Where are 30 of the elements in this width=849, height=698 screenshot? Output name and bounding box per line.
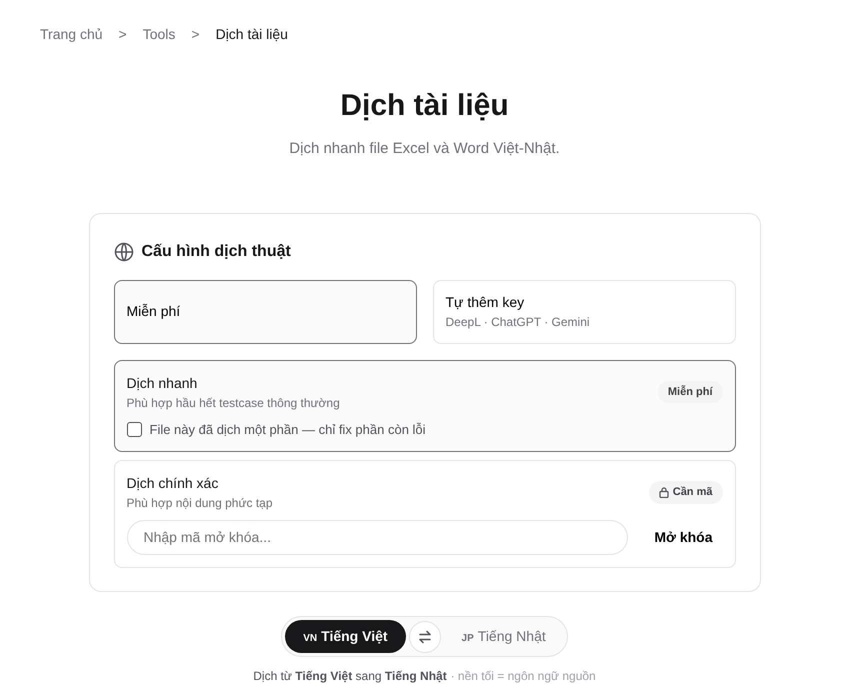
mode-badge: Cần mã	[648, 481, 722, 504]
section-heading: Cấu hình dịch thuật	[142, 242, 291, 262]
language-tab[interactable]: JP Tiếng Nhật	[444, 620, 564, 653]
unlock-code-field[interactable]: Nhập mã mở khóa...	[126, 520, 628, 555]
checkbox[interactable]	[126, 422, 142, 437]
swap-icon	[418, 630, 432, 644]
breadcrumb-separator: >	[118, 25, 127, 44]
mode-option[interactable]: Dịch chính xác Phù hợp nội dung phức tạp Cần mã Nhập mã mở khóa... Mở khóa	[114, 460, 736, 568]
plan-option[interactable]: Miễn phí	[114, 280, 416, 344]
mode-title: Dịch nhanh	[126, 374, 198, 392]
breadcrumb-link[interactable]: Trang chủ	[40, 24, 103, 45]
checkbox-label: File này đã dịch một phần — chỉ fix phần còn lỗi	[150, 420, 426, 439]
mode-description: Phù hợp nội dung phức tạp	[126, 495, 273, 512]
mode-description: Phù hợp hầu hết testcase thông thường	[126, 394, 340, 412]
direction-hint: · nền tối = ngôn ngữ nguồn	[450, 669, 596, 683]
unlock-button[interactable]: Mở khóa	[644, 523, 722, 552]
breadcrumb-current: Dịch tài liệu	[216, 25, 288, 44]
mode-option[interactable]: Dịch nhanh Phù hợp hầu hết testcase thông thường Miễn phí File này đã dịch một phần — chỉ fix phần còn lỗi	[114, 360, 736, 452]
swap-button[interactable]	[408, 620, 441, 652]
mode-title: Dịch chính xác	[126, 474, 220, 493]
globe-icon	[114, 242, 134, 262]
page-subtitle: Dịch nhanh file Excel và Word Việt-Nhật.	[288, 139, 561, 159]
lock-icon	[658, 487, 669, 498]
mode-badge: Miễn phí	[658, 380, 722, 404]
plan-option[interactable]: Tự thêm key DeepL · ChatGPT · Gemini	[432, 280, 736, 344]
breadcrumb-separator: >	[191, 25, 200, 44]
language-tab[interactable]: VN Tiếng Việt	[285, 620, 406, 653]
direction-note: Dịch từ Tiếng Việt sang Tiếng Nhật	[253, 669, 447, 683]
breadcrumb-link[interactable]: Tools	[142, 24, 176, 45]
page-title: Dịch tài liệu	[339, 88, 510, 124]
